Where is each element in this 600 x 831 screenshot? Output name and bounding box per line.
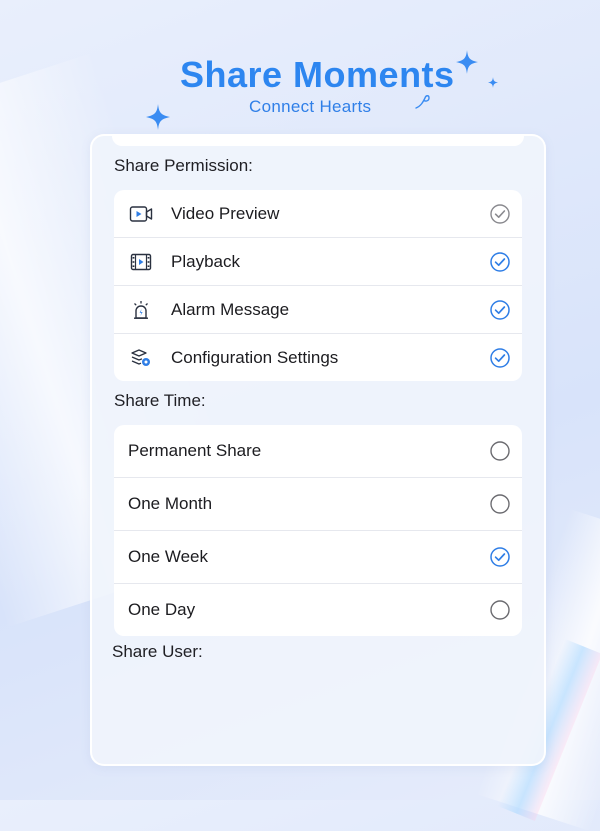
time-option-permanent[interactable]: Permanent Share	[114, 425, 522, 478]
permission-label: Alarm Message	[171, 299, 290, 319]
sparkle-icon	[488, 77, 498, 88]
time-option-label: One Week	[128, 547, 209, 566]
radio-unselected-icon	[490, 494, 510, 514]
share-settings-card: Share Permission: Video Preview Playback	[90, 134, 546, 766]
permission-list: Video Preview Playback Alarm Message Con…	[114, 190, 522, 381]
share-user-label: Share User:	[112, 642, 203, 661]
radio-selected-check-icon	[490, 547, 510, 567]
video-preview-icon	[128, 203, 154, 225]
page-title: Share Moments	[180, 54, 455, 95]
check-icon	[490, 347, 510, 368]
share-time-list: Permanent Share One Month One Week One D…	[114, 425, 522, 636]
radio-unselected-icon	[490, 441, 510, 461]
share-time-label: Share Time:	[114, 391, 206, 410]
check-icon	[490, 299, 510, 320]
time-option-one-week[interactable]: One Week	[114, 531, 522, 584]
radio-unselected-icon	[490, 600, 510, 620]
permission-label: Configuration Settings	[171, 347, 339, 367]
share-permission-label: Share Permission:	[114, 156, 253, 175]
time-option-label: One Month	[128, 494, 213, 513]
permission-label: Video Preview	[171, 203, 280, 223]
time-option-label: Permanent Share	[128, 441, 262, 460]
permission-item-video-preview[interactable]: Video Preview	[114, 190, 522, 238]
time-option-one-month[interactable]: One Month	[114, 478, 522, 531]
permission-item-alarm-message[interactable]: Alarm Message	[114, 286, 522, 334]
check-icon	[490, 251, 510, 272]
alarm-siren-icon	[128, 299, 154, 321]
page-subtitle: Connect Hearts	[249, 97, 372, 116]
permission-item-configuration-settings[interactable]: Configuration Settings	[114, 334, 522, 381]
time-option-label: One Day	[128, 600, 196, 619]
sparkle-icon	[146, 104, 170, 130]
config-settings-icon	[128, 347, 154, 369]
sparkle-icon	[456, 50, 478, 74]
swirl-icon	[415, 95, 430, 109]
card-top-lip	[112, 136, 524, 146]
time-option-one-day[interactable]: One Day	[114, 584, 522, 636]
permission-label: Playback	[171, 251, 240, 271]
check-icon-disabled	[490, 203, 510, 224]
permission-item-playback[interactable]: Playback	[114, 238, 522, 286]
film-strip-icon	[128, 251, 154, 273]
